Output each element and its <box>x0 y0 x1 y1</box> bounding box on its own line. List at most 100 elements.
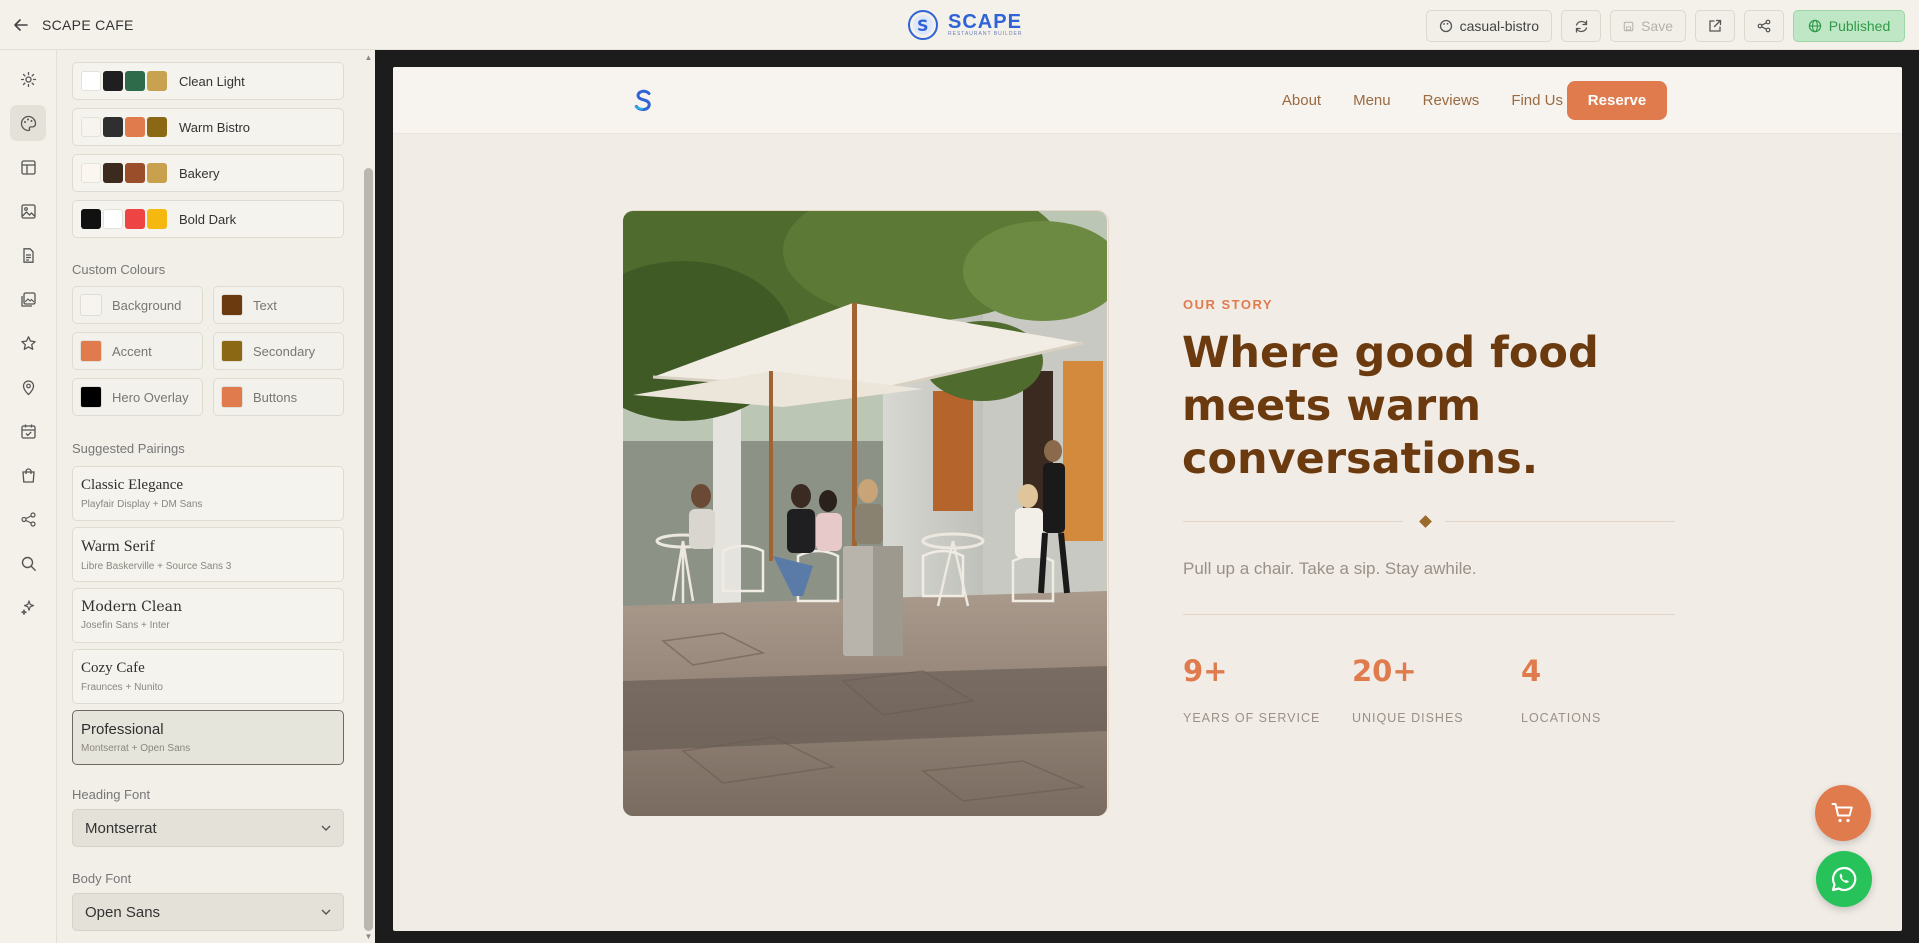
colour-chip <box>80 386 102 408</box>
swatch <box>147 71 167 91</box>
star-icon[interactable] <box>10 325 46 361</box>
cafe-patio-illustration <box>623 211 1107 816</box>
share-nodes-icon[interactable] <box>10 501 46 537</box>
location-pin-icon[interactable] <box>10 369 46 405</box>
pairing-name: Modern Clean <box>81 599 183 615</box>
swatch <box>147 117 167 137</box>
design-sidebar: Clean Light Warm Bistro Bakery Bold Dark… <box>57 50 363 943</box>
nav-link-menu[interactable]: Menu <box>1353 92 1391 109</box>
nav-link-about[interactable]: About <box>1282 92 1321 109</box>
font-pairing-warm-serif[interactable]: Warm Serif Libre Baskerville + Source Sa… <box>72 527 344 582</box>
save-icon <box>1623 21 1634 31</box>
theme-label: Bold Dark <box>179 211 237 227</box>
whatsapp-icon <box>1831 866 1857 892</box>
published-button[interactable]: Published <box>1793 10 1905 42</box>
font-pairing-cozy-cafe[interactable]: Cozy Cafe Fraunces + Nunito <box>72 649 344 704</box>
theme-swatches <box>81 163 167 183</box>
published-label: Published <box>1828 18 1891 34</box>
shopping-bag-icon[interactable] <box>10 457 46 493</box>
headline-line: meets warm <box>1182 381 1482 431</box>
theme-swatches <box>81 71 167 91</box>
brand-logo-text: SCAPE <box>948 11 1022 33</box>
site-logo-icon[interactable] <box>632 88 654 112</box>
swatch <box>103 71 123 91</box>
image-icon[interactable] <box>10 193 46 229</box>
section-eyebrow: OUR STORY <box>1183 297 1274 312</box>
swatch <box>81 163 101 183</box>
cart-fab[interactable] <box>1815 785 1871 841</box>
divider-diamond-icon <box>1419 515 1432 528</box>
colour-secondary-button[interactable]: Secondary <box>213 332 344 370</box>
scroll-up-arrow-icon[interactable]: ▲ <box>364 54 373 62</box>
divider-left <box>1183 521 1403 522</box>
theme-selector-label: casual-bistro <box>1459 18 1539 34</box>
app-title: SCAPE CAFE <box>42 17 134 33</box>
stat-label-years: YEARS OF SERVICE <box>1183 711 1321 725</box>
stat-value-years: 9+ <box>1183 654 1228 688</box>
heading-font-value: Montserrat <box>85 819 157 837</box>
theme-preset-bold-dark[interactable]: Bold Dark <box>72 200 344 238</box>
search-icon[interactable] <box>10 545 46 581</box>
swatch <box>147 163 167 183</box>
colour-chip <box>80 340 102 362</box>
colour-buttons-button[interactable]: Buttons <box>213 378 344 416</box>
divider-right <box>1445 521 1675 522</box>
open-external-button[interactable] <box>1695 10 1735 42</box>
font-pairing-professional[interactable]: Professional Montserrat + Open Sans <box>72 710 344 765</box>
theme-preset-warm-bistro[interactable]: Warm Bistro <box>72 108 344 146</box>
share-button[interactable] <box>1744 10 1784 42</box>
font-pairing-classic-elegance[interactable]: Classic Elegance Playfair Display + DM S… <box>72 466 344 521</box>
save-label: Save <box>1641 18 1673 34</box>
pairing-fonts: Josefin Sans + Inter <box>81 620 170 631</box>
colour-label: Accent <box>112 343 152 359</box>
stats-divider <box>1183 614 1675 615</box>
gallery-icon[interactable] <box>10 281 46 317</box>
heading-font-select[interactable]: Montserrat <box>72 809 344 847</box>
swatch <box>125 117 145 137</box>
colour-text-button[interactable]: Text <box>213 286 344 324</box>
back-arrow-icon[interactable] <box>12 16 30 34</box>
headline-line: Where good food <box>1182 328 1599 378</box>
site-nav-links: About Menu Reviews Find Us <box>1282 67 1563 134</box>
colour-background-button[interactable]: Background <box>72 286 203 324</box>
swatch <box>125 71 145 91</box>
body-font-value: Open Sans <box>85 903 161 921</box>
layout-icon[interactable] <box>10 149 46 185</box>
share-icon <box>1757 19 1771 33</box>
theme-preset-clean-light[interactable]: Clean Light <box>72 62 344 100</box>
globe-icon <box>1808 19 1821 33</box>
colour-hero-overlay-button[interactable]: Hero Overlay <box>72 378 203 416</box>
hero-tagline: Pull up a chair. Take a sip. Stay awhile… <box>1183 559 1477 578</box>
reserve-button[interactable]: Reserve <box>1567 81 1667 120</box>
sparkle-icon[interactable] <box>10 589 46 625</box>
pairing-name: Warm Serif <box>81 538 155 555</box>
palette-icon[interactable] <box>10 105 46 141</box>
pairing-name: Classic Elegance <box>81 477 184 493</box>
theme-preset-bakery[interactable]: Bakery <box>72 154 344 192</box>
refresh-icon <box>1575 19 1587 33</box>
nav-link-reviews[interactable]: Reviews <box>1423 92 1480 109</box>
body-font-select[interactable]: Open Sans <box>72 893 344 931</box>
chevron-down-icon <box>321 825 331 831</box>
theme-selector-button[interactable]: casual-bistro <box>1425 10 1552 42</box>
nav-link-find-us[interactable]: Find Us <box>1511 92 1563 109</box>
pairing-fonts: Playfair Display + DM Sans <box>81 499 203 510</box>
whatsapp-fab[interactable] <box>1816 851 1872 907</box>
scroll-down-arrow-icon[interactable]: ▼ <box>364 933 373 941</box>
font-pairing-modern-clean[interactable]: Modern Clean Josefin Sans + Inter <box>72 588 344 643</box>
theme-label: Bakery <box>179 165 220 181</box>
refresh-button[interactable] <box>1561 10 1601 42</box>
settings-gear-icon[interactable] <box>10 61 46 97</box>
colour-label: Background <box>112 297 182 313</box>
swatch <box>103 163 123 183</box>
sidebar-scroll-thumb[interactable] <box>364 168 373 931</box>
pairing-name: Cozy Cafe <box>81 660 145 676</box>
top-bar: SCAPE CAFE S SCAPE RESTAURANT BUILDER ca… <box>0 0 1919 50</box>
save-button[interactable]: Save <box>1610 10 1686 42</box>
brand-logo-subtext: RESTAURANT BUILDER <box>948 31 1023 37</box>
colour-label: Text <box>253 297 277 313</box>
document-icon[interactable] <box>10 237 46 273</box>
calendar-icon[interactable] <box>10 413 46 449</box>
hero-headline: Where good food meets warm conversations… <box>1182 327 1702 486</box>
colour-accent-button[interactable]: Accent <box>72 332 203 370</box>
